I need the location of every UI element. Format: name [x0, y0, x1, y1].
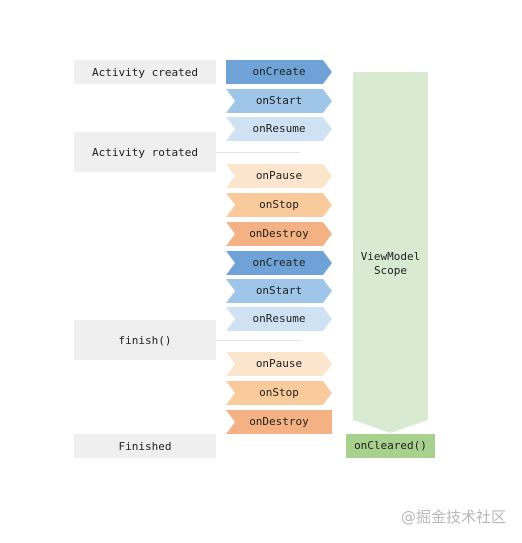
lifecycle-step-onstart: onStart	[226, 89, 332, 113]
step-label: onStart	[255, 94, 303, 107]
on-cleared-box: onCleared()	[346, 434, 435, 458]
step-label: onResume	[252, 312, 306, 325]
event-label: finish()	[118, 333, 172, 347]
event-finished: Finished	[74, 434, 216, 458]
lifecycle-step-onpause: onPause	[226, 164, 332, 188]
lifecycle-step-onstart: onStart	[226, 279, 332, 303]
scope-label-line2: Scope	[373, 264, 408, 277]
step-label: onPause	[255, 169, 303, 182]
step-label: onStop	[259, 198, 299, 211]
viewmodel-scope-label: ViewModel Scope	[353, 250, 428, 278]
scope-label-line1: ViewModel	[360, 250, 421, 263]
event-activity-created: Activity created	[74, 60, 216, 84]
step-label: onCreate	[252, 256, 306, 269]
lifecycle-step-onstop: onStop	[226, 193, 332, 217]
lifecycle-step-ondestroy: onDestroy	[226, 222, 332, 246]
divider-rotated	[216, 152, 300, 153]
lifecycle-step-onresume: onResume	[226, 117, 332, 141]
step-label: onDestroy	[249, 227, 309, 240]
lifecycle-step-ondestroy: onDestroy	[226, 410, 332, 434]
event-finish: finish()	[74, 320, 216, 360]
step-label: onStart	[255, 284, 303, 297]
step-label: onDestroy	[249, 415, 309, 428]
lifecycle-step-onresume: onResume	[226, 307, 332, 331]
watermark: @掘金技术社区	[400, 508, 506, 526]
event-label: Finished	[118, 439, 172, 453]
step-label: onResume	[252, 122, 306, 135]
lifecycle-step-oncreate: onCreate	[226, 251, 332, 275]
event-label: Activity created	[92, 65, 198, 79]
lifecycle-step-onpause: onPause	[226, 352, 332, 376]
lifecycle-step-oncreate: onCreate	[226, 60, 332, 84]
divider-finish	[216, 340, 300, 341]
step-label: onStop	[259, 386, 299, 399]
event-label: Activity rotated	[92, 145, 198, 159]
event-activity-rotated: Activity rotated	[74, 132, 216, 172]
lifecycle-step-onstop: onStop	[226, 381, 332, 405]
step-label: onPause	[255, 357, 303, 370]
step-label: onCreate	[252, 65, 306, 78]
